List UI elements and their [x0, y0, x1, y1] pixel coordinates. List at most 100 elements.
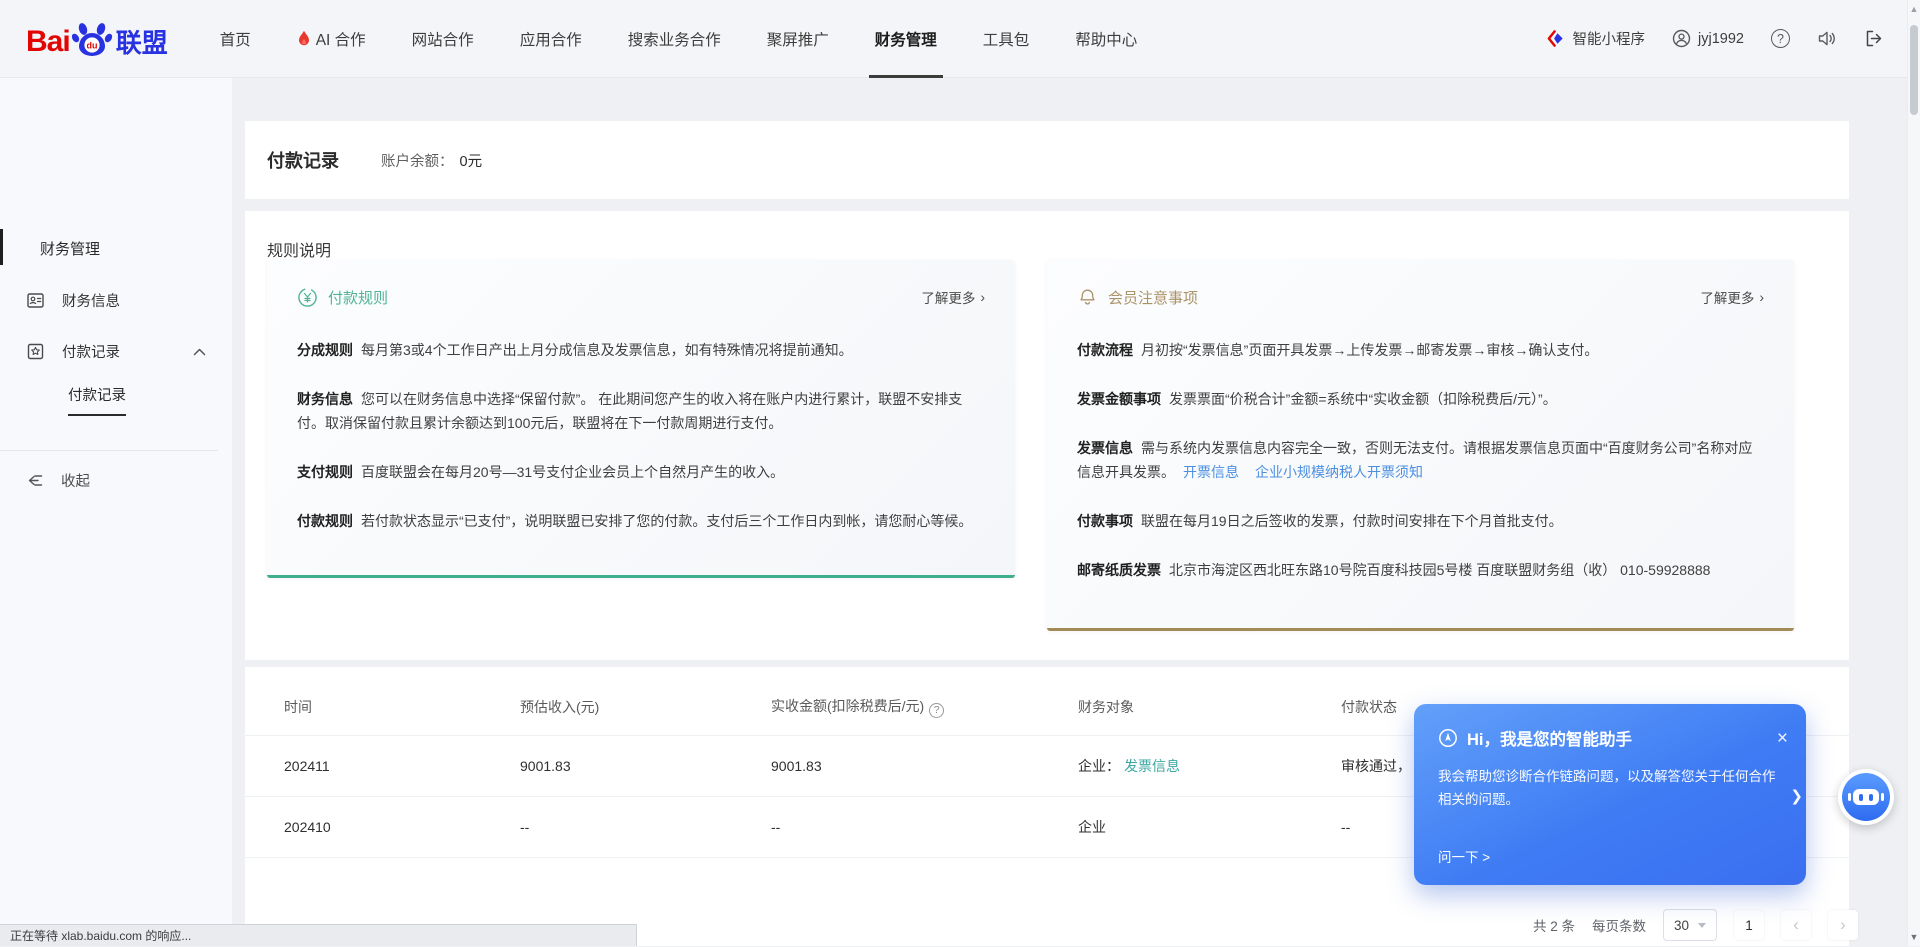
pagination: 共 2 条 每页条数 30 1 ‹ › — [1533, 909, 1858, 941]
nav-label: 聚屏推广 — [767, 28, 829, 50]
received-help-icon[interactable]: ? — [929, 703, 944, 718]
nav-label: 财务管理 — [875, 28, 937, 50]
rule-label: 财务信息 — [297, 391, 353, 407]
assistant-popup: Hi，我是您的智能助手 × 我会帮助您诊断合作链路问题，以及解答您关于任何合作相… — [1414, 704, 1806, 885]
mini-program-label: 智能小程序 — [1573, 28, 1646, 49]
nav-label: 网站合作 — [412, 28, 474, 50]
rule-paragraph: 付款规则若付款状态显示“已支付”，说明联盟已安排了您的付款。支付后三个工作日内到… — [297, 509, 985, 533]
cell-received: 9001.83 — [771, 736, 1078, 797]
more-label: 了解更多 — [921, 287, 975, 307]
scroll-up-icon[interactable]: ▲ — [1908, 4, 1920, 14]
chevron-up-icon[interactable] — [193, 348, 206, 356]
nav-label: AI 合作 — [316, 28, 366, 50]
entity-label: 企业 — [1078, 819, 1106, 835]
help-icon[interactable]: ? — [1771, 29, 1790, 48]
sidebar-active-indicator — [0, 229, 3, 265]
page-number-current[interactable]: 1 — [1734, 910, 1764, 940]
nav-item-toolkit[interactable]: 工具包 — [983, 0, 1030, 78]
chevron-right-icon: › — [980, 289, 985, 305]
next-page-button[interactable]: › — [1828, 910, 1858, 940]
rule-paragraph: 付款事项联盟在每月19日之后签收的发票，付款时间安排在下个月首批支付。 — [1077, 509, 1764, 533]
sidebar-subitem-payment-record[interactable]: 付款记录 — [68, 384, 126, 416]
nav-item-app[interactable]: 应用合作 — [520, 0, 582, 78]
rule-label: 分成规则 — [297, 342, 353, 358]
rule-label: 付款事项 — [1077, 513, 1133, 529]
robot-icon — [1842, 773, 1890, 821]
col-header-entity: 财务对象 — [1078, 679, 1341, 736]
page-title: 付款记录 — [267, 147, 339, 173]
chevron-right-icon: › — [1840, 915, 1846, 935]
col-header-estimated: 预估收入(元) — [520, 679, 771, 736]
finance-info-icon — [26, 291, 45, 310]
nav-label: 搜索业务合作 — [628, 28, 721, 50]
nav-label: 工具包 — [983, 28, 1030, 50]
small-taxpayer-notice-link[interactable]: 企业小规模纳税人开票须知 — [1255, 464, 1423, 480]
prev-page-button[interactable]: ‹ — [1781, 910, 1811, 940]
nav-item-search-biz[interactable]: 搜索业务合作 — [628, 0, 721, 78]
sidebar-item-finance-info[interactable]: 财务信息 — [0, 290, 232, 311]
nav-item-home[interactable]: 首页 — [220, 0, 251, 78]
assistant-fab-button[interactable] — [1838, 769, 1894, 825]
user-account[interactable]: jyj1992 — [1672, 29, 1744, 48]
page-scrollbar[interactable]: ▲ ▼ — [1907, 0, 1920, 946]
rule-text: 您可以在财务信息中选择“保留付款”。 在此期间您产生的收入将在账户内进行累计，联… — [297, 391, 962, 431]
cell-time: 202410 — [245, 797, 520, 858]
scroll-down-icon[interactable]: ▼ — [1908, 932, 1920, 942]
rule-text: 发票票面“价税合计”金额=系统中“实收金额（扣除税费后/元）”。 — [1169, 391, 1557, 407]
rule-text: 百度联盟会在每月20号—31号支付企业会员上个自然月产生的收入。 — [361, 464, 784, 480]
sidebar: 财务管理 财务信息 付款记录 付款记录 收起 — [0, 78, 232, 946]
assistant-body: 我会帮助您诊断合作链路问题，以及解答您关于任何合作相关的问题。 — [1414, 750, 1806, 811]
rules-panel: 规则说明 付款规则 了解更多 › 分成规则每月第3或4个工作日产出上月分成信息及… — [245, 211, 1849, 660]
caret-down-icon — [1698, 923, 1706, 928]
sidebar-section-finance[interactable]: 财务管理 — [0, 238, 232, 259]
baidu-paw-icon: du — [71, 21, 113, 57]
logout-icon[interactable] — [1864, 29, 1884, 48]
rule-paragraph: 发票金额事项发票票面“价税合计”金额=系统中“实收金额（扣除税费后/元）”。 — [1077, 387, 1764, 411]
chevron-right-icon: › — [1759, 289, 1764, 305]
invoice-info-link[interactable]: 开票信息 — [1183, 464, 1239, 480]
assistant-title: Hi，我是您的智能助手 — [1467, 726, 1632, 750]
main-nav: 首页 AI 合作 网站合作 应用合作 搜索业务合作 聚屏推广 财务管理 工具包 … — [220, 0, 1138, 78]
browser-status-bar: 正在等待 xlab.baidu.com 的响应... — [0, 924, 637, 946]
arrow-right-icon: ❯ — [1790, 787, 1803, 805]
mini-program-diamond-icon — [1547, 29, 1566, 48]
rule-label: 支付规则 — [297, 464, 353, 480]
ask-assistant-link[interactable]: 问一下 > — [1438, 846, 1490, 866]
rule-paragraph: 发票信息需与系统内发票信息内容完全一致，否则无法支付。请根据发票信息页面中“百度… — [1077, 436, 1764, 484]
rule-label: 发票金额事项 — [1077, 391, 1161, 407]
page-size-select[interactable]: 30 — [1663, 909, 1717, 941]
close-icon[interactable]: × — [1777, 729, 1788, 748]
collapse-label: 收起 — [61, 470, 90, 491]
assistant-compass-icon — [1438, 728, 1458, 748]
nav-item-ai[interactable]: AI 合作 — [297, 0, 366, 78]
rule-text: 每月第3或4个工作日产出上月分成信息及发票信息，如有特殊情况将提前通知。 — [361, 342, 853, 358]
nav-item-help-center[interactable]: 帮助中心 — [1075, 0, 1137, 78]
mini-program-link[interactable]: 智能小程序 — [1547, 28, 1646, 49]
cell-time: 202411 — [245, 736, 520, 797]
sidebar-item-payment-record[interactable]: 付款记录 — [0, 341, 232, 362]
logo-text-bai: Bai — [26, 27, 70, 57]
balance-value: 0元 — [460, 154, 483, 170]
username-label: jyj1992 — [1698, 31, 1744, 47]
nav-item-screen-promo[interactable]: 聚屏推广 — [767, 0, 829, 78]
page-size-label: 每页条数 — [1592, 915, 1646, 935]
baidu-union-logo[interactable]: Bai du 联盟 — [26, 21, 168, 57]
member-notes-more-link[interactable]: 了解更多 › — [1700, 287, 1764, 307]
nav-item-website[interactable]: 网站合作 — [412, 0, 474, 78]
active-tab-underline — [869, 75, 943, 78]
sound-icon[interactable] — [1817, 29, 1837, 48]
nav-item-finance[interactable]: 财务管理 — [875, 0, 937, 78]
page-number-label: 1 — [1745, 918, 1753, 933]
sidebar-collapse-button[interactable]: 收起 — [0, 470, 90, 491]
logo-text-du: du — [86, 40, 97, 50]
payment-record-icon — [26, 342, 45, 361]
scrollbar-thumb[interactable] — [1910, 25, 1918, 115]
rule-label: 付款流程 — [1077, 342, 1133, 358]
payment-rules-more-link[interactable]: 了解更多 › — [921, 287, 985, 307]
rule-paragraph: 付款流程月初按“发票信息”页面开具发票→上传发票→邮寄发票→审核→确认支付。 — [1077, 338, 1764, 362]
page-size-value: 30 — [1674, 918, 1689, 933]
rules-section-title: 规则说明 — [267, 237, 331, 261]
invoice-detail-link[interactable]: 发票信息 — [1124, 758, 1180, 774]
flame-icon — [297, 30, 311, 47]
rule-label: 邮寄纸质发票 — [1077, 562, 1161, 578]
